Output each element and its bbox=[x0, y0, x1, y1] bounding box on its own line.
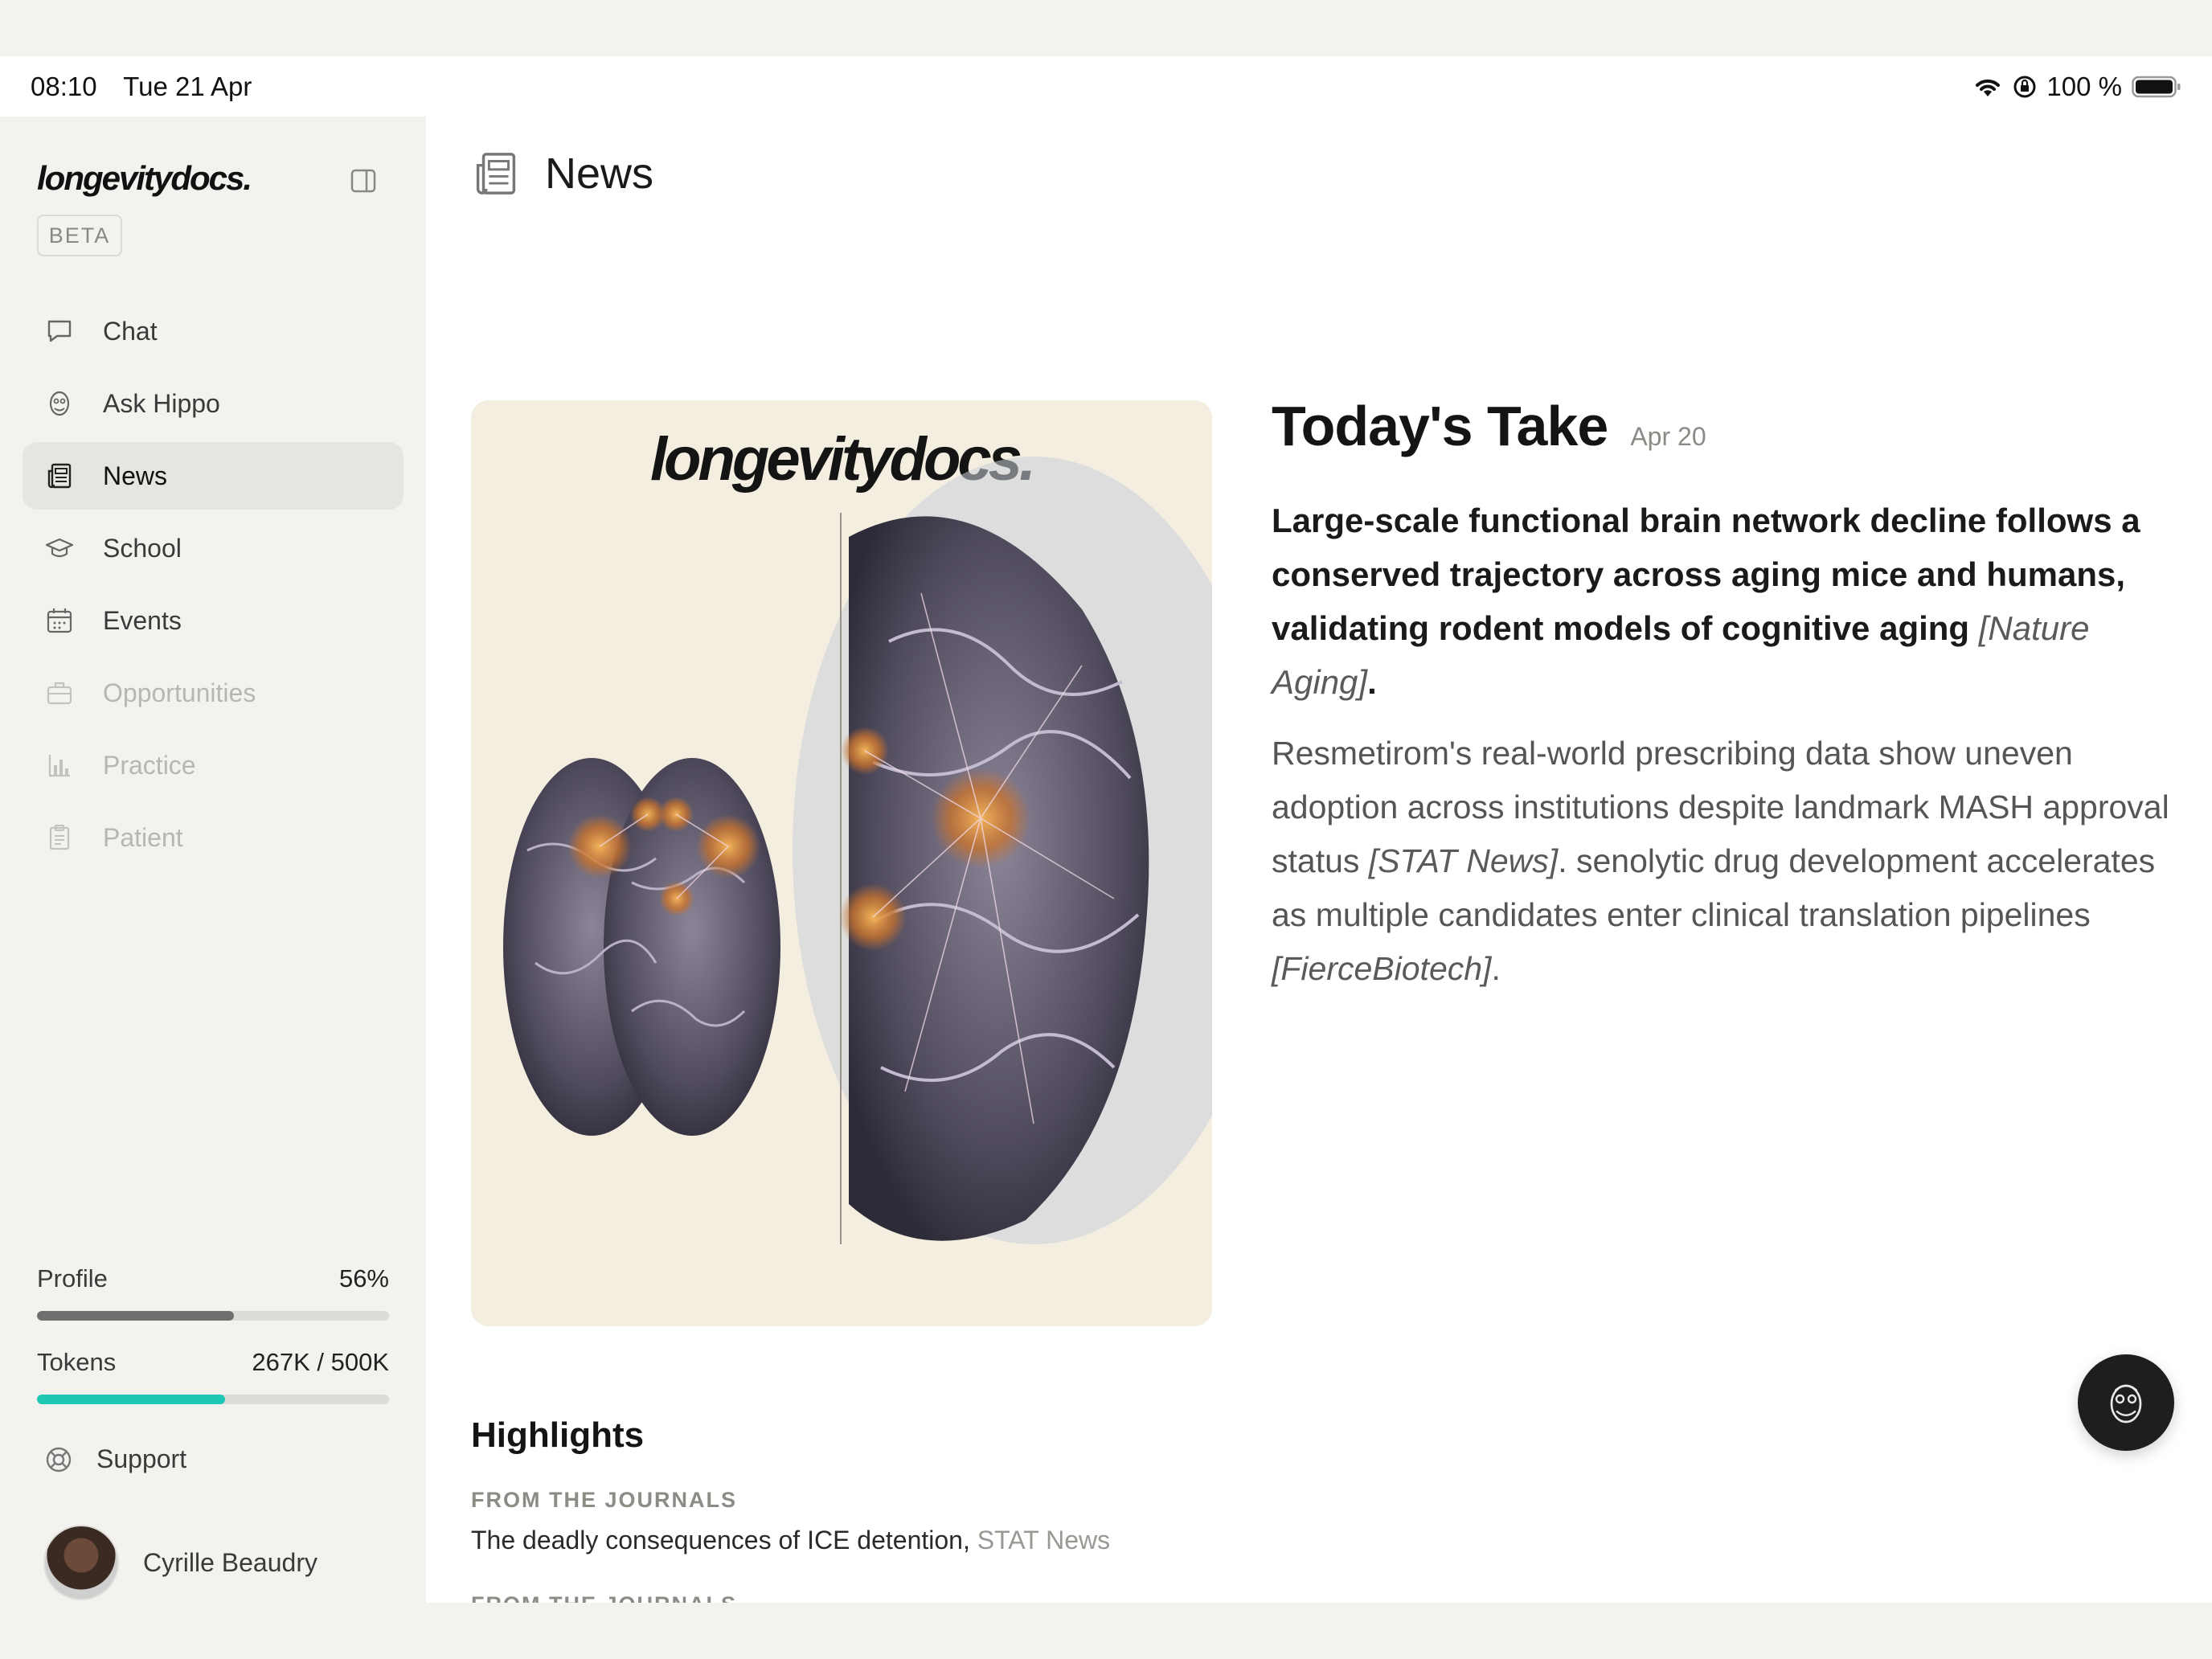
beta-badge: BETA bbox=[37, 215, 122, 256]
todays-take: Today's Take Apr 20 Large-scale function… bbox=[1272, 394, 2180, 996]
sidebar-item-label: Patient bbox=[103, 822, 183, 852]
sidebar-item-label: Opportunities bbox=[103, 678, 256, 707]
todays-take-body: Resmetirom's real-world prescribing data… bbox=[1272, 735, 2169, 987]
highlights-section: Highlights FROM THE JOURNALS The deadly … bbox=[471, 1415, 2079, 1603]
battery-percent: 100 % bbox=[2046, 71, 2122, 101]
support-link[interactable]: Support bbox=[45, 1444, 186, 1474]
status-left: 08:10 Tue 21 Apr bbox=[31, 72, 271, 102]
hippo-chat-button[interactable] bbox=[2078, 1354, 2174, 1451]
highlight-kicker: FROM THE JOURNALS bbox=[471, 1592, 2079, 1603]
tokens-progress-fill bbox=[37, 1395, 225, 1404]
user-account[interactable]: Cyrille Beaudry bbox=[43, 1525, 317, 1600]
briefcase-icon bbox=[47, 682, 72, 705]
sidebar-item-opportunities: Opportunities bbox=[23, 659, 403, 727]
sidebar-item-patient: Patient bbox=[23, 804, 403, 871]
body-source-link-1[interactable]: [STAT News] bbox=[1369, 842, 1558, 879]
wifi-icon bbox=[1976, 79, 2001, 96]
sidebar-item-label: News bbox=[103, 461, 168, 490]
sidebar-item-label: School bbox=[103, 533, 182, 563]
hippo-icon bbox=[2110, 1384, 2142, 1423]
calendar-icon bbox=[47, 608, 72, 633]
sidebar-item-school[interactable]: School bbox=[23, 514, 403, 582]
todays-take-title: Today's Take bbox=[1272, 395, 1608, 457]
user-name: Cyrille Beaudry bbox=[143, 1547, 317, 1577]
profile-progress-track bbox=[37, 1311, 389, 1321]
avatar bbox=[43, 1525, 119, 1600]
lifebuoy-icon bbox=[46, 1447, 72, 1472]
brain-illustration bbox=[503, 457, 1212, 1244]
profile-progress-fill bbox=[37, 1311, 235, 1321]
app-screen: 08:10 Tue 21 Apr 100 % longevitydocs. BE… bbox=[0, 56, 2212, 1603]
newspaper-icon bbox=[476, 153, 516, 195]
status-date: Tue 21 Apr bbox=[123, 71, 252, 101]
todays-take-header: Today's Take Apr 20 bbox=[1272, 394, 2180, 458]
main-content: News longevitydocs. Today's Take Apr 20 … bbox=[426, 117, 2212, 1603]
sidebar-item-label: Practice bbox=[103, 750, 196, 780]
status-right: 100 % bbox=[1972, 72, 2181, 102]
todays-take-lead: Large-scale functional brain network dec… bbox=[1272, 502, 2140, 701]
sidebar-item-news[interactable]: News bbox=[23, 442, 403, 510]
newspaper-icon bbox=[47, 463, 72, 489]
highlight-item[interactable]: The deadly consequences of ICE detention… bbox=[471, 1526, 2079, 1555]
hippo-icon bbox=[49, 391, 70, 416]
tokens-progress-track bbox=[37, 1395, 389, 1404]
tokens-label: Tokens bbox=[37, 1348, 117, 1376]
profile-label: Profile bbox=[37, 1264, 108, 1292]
profile-value: 56% bbox=[338, 1264, 389, 1292]
highlight-source: STAT News bbox=[977, 1526, 1111, 1555]
sidebar-item-chat[interactable]: Chat bbox=[23, 297, 403, 365]
bar-chart-icon bbox=[48, 755, 70, 777]
rotation-lock-icon bbox=[2013, 76, 2036, 97]
clipboard-icon bbox=[49, 825, 70, 850]
sidebar-item-label: Ask Hippo bbox=[103, 388, 220, 418]
support-label: Support bbox=[96, 1444, 187, 1473]
sidebar-item-practice: Practice bbox=[23, 731, 403, 799]
sidebar-item-label: Events bbox=[103, 605, 182, 635]
profile-meter: Profile 56% bbox=[37, 1264, 389, 1321]
page-title: News bbox=[545, 150, 654, 198]
hero-image[interactable]: longevitydocs. bbox=[471, 400, 1212, 1326]
battery-icon bbox=[2132, 76, 2181, 97]
highlight-headline: The deadly consequences of ICE detention bbox=[471, 1526, 963, 1555]
highlights-title: Highlights bbox=[471, 1415, 645, 1455]
tokens-meter: Tokens 267K / 500K bbox=[37, 1348, 389, 1404]
sidebar-item-ask-hippo[interactable]: Ask Hippo bbox=[23, 370, 403, 437]
graduation-cap-icon bbox=[45, 538, 74, 558]
app-logo[interactable]: longevitydocs. bbox=[37, 159, 252, 198]
body-source-link-2[interactable]: [FierceBiotech] bbox=[1272, 950, 1491, 987]
status-bar: 08:10 Tue 21 Apr 100 % bbox=[0, 56, 2212, 117]
sidebar-item-events[interactable]: Events bbox=[23, 587, 403, 654]
todays-take-date: Apr 20 bbox=[1630, 422, 1706, 451]
chat-bubble-icon bbox=[47, 320, 72, 342]
page-header: News bbox=[471, 149, 653, 199]
sidebar: longevitydocs. BETA Chat Ask Hippo News … bbox=[0, 117, 426, 1603]
tokens-value: 267K / 500K bbox=[252, 1348, 389, 1376]
status-time: 08:10 bbox=[31, 71, 97, 101]
highlight-kicker: FROM THE JOURNALS bbox=[471, 1488, 737, 1512]
sidebar-toggle-icon[interactable] bbox=[350, 169, 376, 193]
sidebar-nav: Chat Ask Hippo News School Events Opport… bbox=[23, 297, 403, 876]
sidebar-item-label: Chat bbox=[103, 316, 158, 346]
